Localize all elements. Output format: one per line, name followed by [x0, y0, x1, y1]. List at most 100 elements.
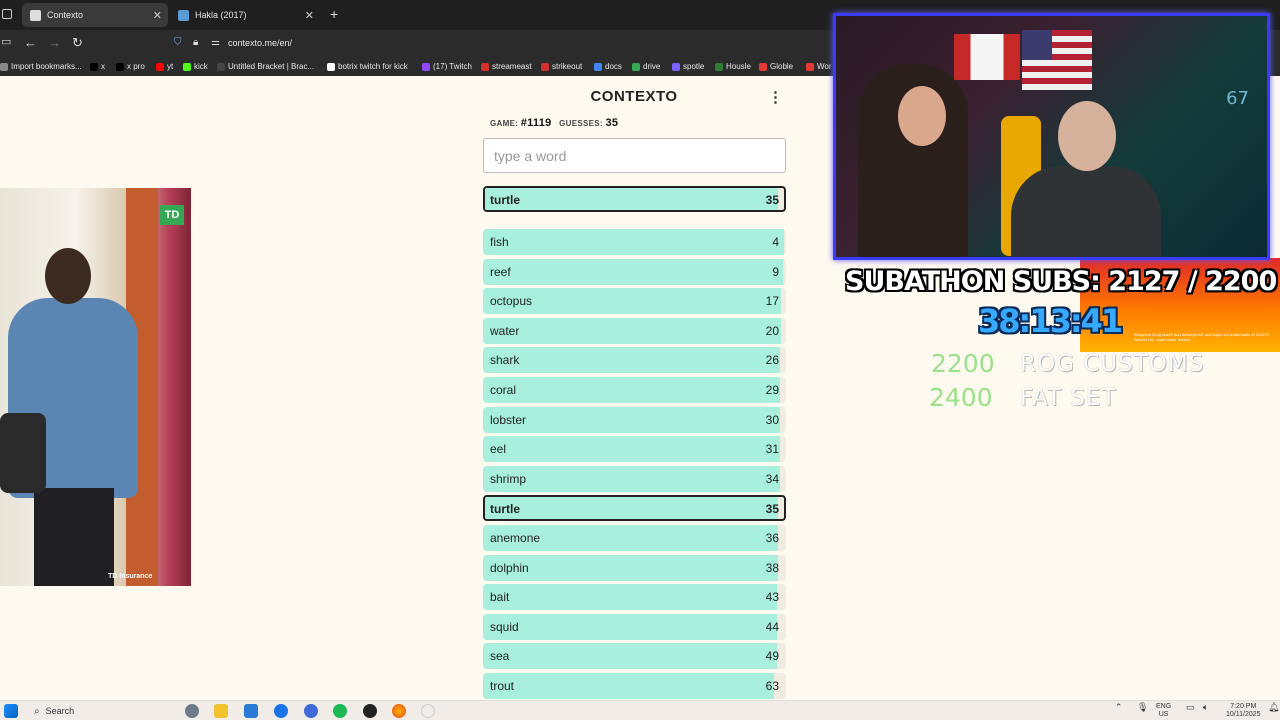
- guess-row: coral 29: [483, 377, 786, 403]
- streamer-right: [1011, 166, 1161, 257]
- bookmark-label: x pro: [127, 62, 145, 71]
- bookmark-item[interactable]: Globle: [759, 62, 793, 71]
- guess-word: bait: [490, 590, 510, 604]
- guess-distance: 63: [765, 679, 779, 693]
- word-input[interactable]: [483, 138, 786, 173]
- advertisement[interactable]: TD TD Insurance: [0, 188, 191, 586]
- guess-row: bait 43: [483, 584, 786, 610]
- banner-fine-print: Shoppers Drug Mart® and Beautyprix® and …: [1134, 332, 1269, 342]
- spotify-icon[interactable]: [333, 704, 347, 718]
- clock-app-icon[interactable]: [421, 704, 435, 718]
- lock-icon[interactable]: 🔒︎: [193, 37, 198, 48]
- bookmark-favicon-icon: [481, 62, 489, 71]
- bookmark-favicon-icon: [541, 62, 549, 71]
- guess-word: octopus: [490, 294, 533, 308]
- lang-top: ENG: [1156, 703, 1172, 710]
- bookmark-favicon-icon: [327, 62, 335, 71]
- bookmark-item[interactable]: x: [90, 62, 105, 71]
- guess-word: coral: [490, 383, 517, 397]
- new-tab-button[interactable]: +: [330, 6, 338, 22]
- windows-start-icon[interactable]: [4, 704, 18, 718]
- settings-icon[interactable]: [185, 704, 199, 718]
- chevron-up-icon[interactable]: ⌃: [1115, 703, 1123, 712]
- language-indicator[interactable]: ENG US: [1156, 703, 1171, 719]
- guess-word: dolphin: [490, 561, 529, 575]
- guess-fill: [483, 318, 782, 344]
- permissions-icon[interactable]: ⚌: [211, 37, 220, 48]
- bookmark-favicon-icon: [0, 62, 8, 71]
- bookmark-item[interactable]: yt: [156, 62, 173, 71]
- subathon-timer: 38:13:41: [978, 302, 1123, 340]
- app-icon[interactable]: [274, 704, 288, 718]
- sidebar-icon[interactable]: ▭: [1, 35, 11, 48]
- volume-icon[interactable]: 🔈︎: [1203, 703, 1208, 712]
- search-label: Search: [45, 706, 75, 716]
- firefox-icon[interactable]: [392, 704, 406, 718]
- bookmark-item[interactable]: kick: [183, 62, 208, 71]
- guess-word: eel: [490, 442, 507, 456]
- guess-row: anemone 36: [483, 525, 786, 551]
- guess-fill: [483, 673, 774, 699]
- notifications-icon[interactable]: 🔔︎: [1268, 703, 1279, 712]
- chat-app-icon[interactable]: [304, 704, 318, 718]
- bookmark-item[interactable]: docs: [594, 62, 622, 71]
- bookmark-favicon-icon: [672, 62, 680, 71]
- ad-bag: [0, 413, 46, 493]
- bookmark-item[interactable]: botrix twitch for kick: [327, 62, 408, 71]
- bookmark-label: Untitled Bracket | Brac...: [228, 62, 315, 71]
- bookmark-favicon-icon: [806, 62, 814, 71]
- bookmark-item[interactable]: x pro: [116, 62, 145, 71]
- store-icon[interactable]: [244, 704, 258, 718]
- bookmark-item[interactable]: (17) Twitch: [422, 62, 472, 71]
- bookmark-item[interactable]: Wor: [806, 62, 832, 71]
- forward-icon[interactable]: →: [48, 35, 61, 50]
- network-icon[interactable]: ▭: [1186, 703, 1195, 712]
- guess-distance: 20: [765, 324, 779, 338]
- guess-word: sea: [490, 649, 510, 663]
- ad-person-legs: [34, 488, 114, 586]
- tab-hakla[interactable]: Hakla (2017) ✕: [170, 3, 320, 27]
- guess-fill: [485, 497, 779, 519]
- guess-distance: 44: [765, 620, 779, 634]
- guess-distance: 49: [765, 649, 779, 663]
- menu-icon[interactable]: ⋮: [768, 88, 783, 106]
- bookmark-favicon-icon: [217, 62, 225, 71]
- bookmark-item[interactable]: Housle: [715, 62, 751, 71]
- guess-row: squid 44: [483, 614, 786, 640]
- guess-row: sea 49: [483, 643, 786, 669]
- close-tab-icon[interactable]: ✕: [305, 9, 314, 22]
- last-guess-word: turtle: [490, 193, 520, 207]
- sidebar-toggle-icon[interactable]: [2, 9, 12, 19]
- back-icon[interactable]: ←: [24, 35, 37, 50]
- guess-distance: 17: [765, 294, 779, 308]
- last-guess-row: turtle 35: [483, 186, 786, 212]
- bookmark-item[interactable]: Import bookmarks...: [0, 62, 82, 71]
- media-app-icon[interactable]: [363, 704, 377, 718]
- microphone-icon[interactable]: 🎙︎: [1137, 703, 1148, 712]
- bookmark-item[interactable]: strikeout: [541, 62, 582, 71]
- goal-amount: 2400: [929, 383, 993, 412]
- bookmark-label: docs: [605, 62, 622, 71]
- address-bar[interactable]: contexto.me/en/: [228, 38, 292, 48]
- shield-icon[interactable]: ⛉: [174, 37, 182, 48]
- bookmark-item[interactable]: drive: [632, 62, 660, 71]
- guess-word: trout: [490, 679, 515, 693]
- bookmark-item[interactable]: Untitled Bracket | Brac...: [217, 62, 314, 71]
- guess-fill: [483, 466, 780, 492]
- td-logo: TD: [160, 205, 184, 225]
- close-tab-icon[interactable]: ✕: [153, 9, 162, 22]
- bookmark-item[interactable]: spotle: [672, 62, 704, 71]
- taskbar-search[interactable]: ⌕ Search: [28, 703, 168, 719]
- bookmark-favicon-icon: [759, 62, 767, 71]
- guess-fill: [483, 584, 777, 610]
- guess-distance: 43: [765, 590, 779, 604]
- guess-row: dolphin 38: [483, 555, 786, 581]
- clock[interactable]: 7:20 PM 10/11/2025: [1226, 703, 1261, 719]
- tab-contexto[interactable]: Contexto ✕: [22, 3, 168, 27]
- reload-icon[interactable]: ↻: [72, 35, 83, 51]
- file-explorer-icon[interactable]: [214, 704, 228, 718]
- bookmark-item[interactable]: streameast: [481, 62, 532, 71]
- usa-flag: [1022, 30, 1092, 90]
- guess-distance: 9: [772, 265, 779, 279]
- contexto-favicon-icon: [30, 9, 41, 21]
